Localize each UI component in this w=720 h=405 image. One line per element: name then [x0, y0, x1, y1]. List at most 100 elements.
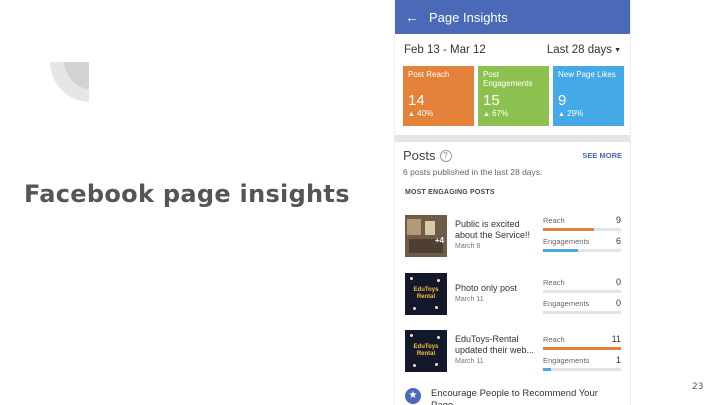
date-range-row: Feb 13 - Mar 12 Last 28 days ▼	[395, 34, 630, 58]
engagements-label: Engagements	[543, 299, 590, 308]
post-text: Public is excited about the Service!! Ma…	[455, 219, 537, 250]
engagements-value: 1	[615, 355, 621, 365]
star-icon: ★	[405, 388, 421, 404]
engagements-bar	[543, 249, 621, 252]
decor-dot	[437, 279, 440, 282]
section-divider	[395, 135, 630, 142]
reach-bar	[543, 228, 621, 231]
back-arrow-icon[interactable]: ←	[395, 9, 429, 25]
photo-shape	[407, 219, 421, 235]
stat-card-change: ▲ 29%	[558, 109, 619, 118]
stat-card-label: Post Reach	[408, 70, 450, 79]
reach-bar-fill	[543, 228, 594, 231]
reach-bar	[543, 347, 621, 350]
encourage-text: Encourage People to Recommend Your Page	[431, 388, 598, 405]
engagements-label: Engagements	[543, 237, 590, 246]
engagements-bar	[543, 368, 621, 371]
post-thumbnail: EduToys Rental	[405, 330, 447, 372]
edutoys-logo: EduToys Rental	[413, 344, 439, 357]
engagements-value: 6	[615, 236, 621, 246]
reach-metric: Reach 0	[543, 277, 621, 298]
engagements-bar	[543, 311, 621, 314]
stat-card-new-page-likes[interactable]: New Page Likes 9 ▲ 29%	[553, 66, 624, 126]
app-header: ← Page Insights	[395, 0, 630, 34]
photo-shape	[425, 221, 435, 235]
engagements-metric: Engagements 6	[543, 236, 621, 257]
stat-cards: Post Reach 14 ▲ 40% Post Engagements 15 …	[395, 66, 630, 126]
stat-card-change-value: 29%	[567, 109, 584, 118]
engagements-value: 0	[615, 298, 621, 308]
question-circle-icon[interactable]: ?	[439, 149, 452, 162]
reach-metric: Reach 9	[543, 215, 621, 236]
stat-card-post-reach[interactable]: Post Reach 14 ▲ 40%	[403, 66, 474, 126]
reach-bar-fill	[543, 347, 621, 350]
stat-card-change-value: 40%	[417, 109, 434, 118]
phone-screenshot: ← Page Insights Feb 13 - Mar 12 Last 28 …	[394, 0, 631, 405]
decor-dot	[413, 307, 416, 310]
stat-card-label: New Page Likes	[558, 70, 616, 79]
reach-bar	[543, 290, 621, 293]
post-metrics: Reach 9 Engagements 6	[543, 215, 621, 257]
post-date: March 11	[455, 296, 484, 303]
reach-metric: Reach 11	[543, 334, 621, 355]
decor-dot	[410, 277, 413, 280]
reach-label: Reach	[543, 278, 565, 287]
decor-dot	[435, 306, 438, 309]
decor-dot	[413, 364, 416, 367]
stat-card-value: 9	[558, 92, 567, 109]
reach-label: Reach	[543, 216, 565, 225]
stat-card-value: 14	[408, 92, 425, 109]
engagements-metric: Engagements 1	[543, 355, 621, 376]
slide-title: Facebook page insights	[24, 180, 350, 208]
post-item[interactable]: +4 Public is excited about the Service!!…	[405, 215, 621, 259]
engagements-metric: Engagements 0	[543, 298, 621, 319]
engagements-bar-fill	[543, 368, 551, 371]
post-metrics: Reach 0 Engagements 0	[543, 277, 621, 319]
reach-value: 11	[611, 334, 621, 344]
reach-label: Reach	[543, 335, 565, 344]
date-range-selector-label: Last 28 days	[546, 44, 613, 56]
post-date: March 8	[455, 243, 481, 250]
stat-card-post-engagements[interactable]: Post Engagements 15 ▲ 67%	[478, 66, 549, 126]
post-title: Public is excited about the Service!!	[455, 219, 531, 240]
post-text: Photo only post March 11	[455, 283, 537, 303]
stat-card-change-value: 67%	[492, 109, 509, 118]
post-item[interactable]: EduToys Rental EduToys-Rental updated th…	[405, 330, 621, 374]
triangle-up-icon: ▲	[558, 111, 565, 118]
edutoys-logo: EduToys Rental	[413, 287, 439, 300]
reach-value: 0	[615, 277, 621, 287]
decor-dot	[437, 336, 440, 339]
post-thumbnail: +4	[405, 215, 447, 257]
engagements-bar-fill	[543, 249, 579, 252]
posts-title-text: Posts	[403, 148, 436, 163]
stat-card-value: 15	[483, 92, 500, 109]
post-text: EduToys-Rental updated their web... Marc…	[455, 334, 537, 365]
post-metrics: Reach 11 Engagements 1	[543, 334, 621, 376]
caret-down-icon: ▼	[614, 46, 621, 54]
posts-subtitle: 6 posts published in the last 28 days.	[403, 167, 543, 177]
post-title: Photo only post	[455, 283, 518, 293]
stat-card-change: ▲ 40%	[408, 109, 469, 118]
see-more-link[interactable]: SEE MORE	[582, 151, 622, 160]
most-engaging-label: MOST ENGAGING POSTS	[405, 189, 495, 196]
date-range: Feb 13 - Mar 12	[404, 44, 486, 56]
date-range-selector[interactable]: Last 28 days ▼	[547, 44, 621, 56]
thumbnail-overlay-count: +4	[434, 236, 444, 245]
decor-dot	[435, 363, 438, 366]
reach-value: 9	[615, 215, 621, 225]
posts-header: Posts ? SEE MORE	[395, 142, 630, 163]
stat-card-change: ▲ 67%	[483, 109, 544, 118]
engagements-label: Engagements	[543, 356, 590, 365]
decor-dot	[410, 334, 413, 337]
posts-title: Posts ?	[403, 148, 452, 163]
post-item[interactable]: EduToys Rental Photo only post March 11 …	[405, 273, 621, 317]
post-title: EduToys-Rental updated their web...	[455, 334, 535, 355]
stat-card-label: Post Engagements	[483, 70, 533, 88]
post-thumbnail: EduToys Rental	[405, 273, 447, 315]
page-number: 23	[692, 382, 704, 392]
header-title: Page Insights	[429, 9, 508, 25]
post-date: March 11	[455, 358, 484, 365]
triangle-up-icon: ▲	[483, 111, 490, 118]
triangle-up-icon: ▲	[408, 111, 415, 118]
decorative-arc	[50, 62, 89, 102]
